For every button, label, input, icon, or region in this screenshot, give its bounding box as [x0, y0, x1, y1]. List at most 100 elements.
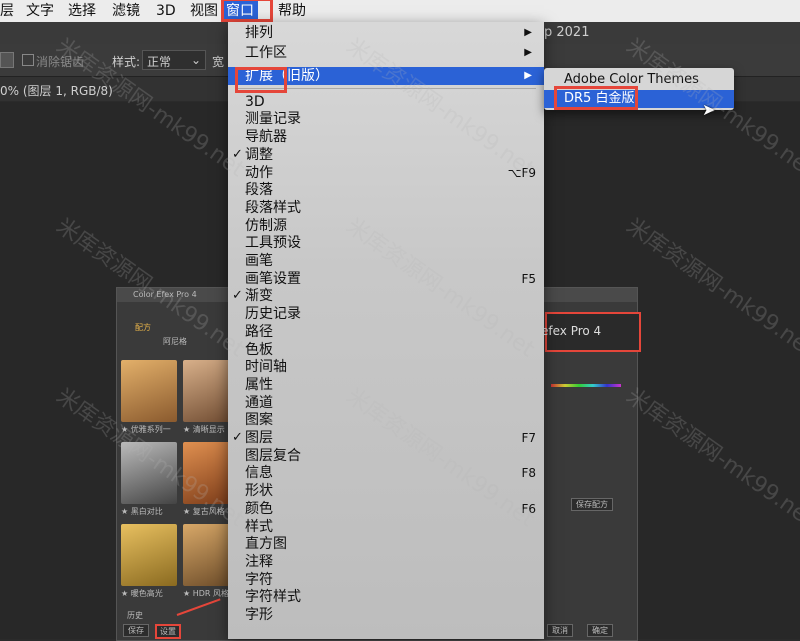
menu-item[interactable]: 通道: [228, 394, 544, 412]
cancel-button[interactable]: 取消: [547, 624, 573, 637]
plugin-header-text: efex Pro 4: [541, 324, 602, 338]
menu-item-label: 动作: [245, 164, 273, 181]
menubar-item[interactable]: 选择: [68, 1, 96, 21]
menu-item[interactable]: 图案: [228, 411, 544, 429]
menu-item[interactable]: 图层复合: [228, 447, 544, 465]
menu-item-label: 字符: [245, 571, 273, 588]
antialias-checkbox[interactable]: [22, 54, 34, 66]
menu-item[interactable]: 扩展（旧版） ▶: [228, 67, 544, 85]
document-tab[interactable]: 0% (图层 1, RGB/8): [0, 82, 113, 99]
plugin-header-panel: efex Pro 4: [541, 312, 641, 352]
menu-item[interactable]: 3D: [228, 93, 544, 111]
checkmark-icon: ✓: [232, 430, 243, 445]
menu-item[interactable]: 动作 ⌥F9: [228, 164, 544, 182]
preset-thumbnail[interactable]: [121, 360, 177, 422]
preset-thumbnail[interactable]: [121, 442, 177, 504]
menubar-item[interactable]: 滤镜: [112, 1, 140, 21]
preset-thumbnail[interactable]: [121, 524, 177, 586]
menu-item-label: 通道: [245, 394, 273, 411]
menubar-item[interactable]: 帮助: [278, 1, 306, 21]
menu-item-label: 直方图: [245, 536, 287, 553]
menu-item[interactable]: 信息 F8: [228, 464, 544, 482]
color-slider[interactable]: [551, 384, 621, 387]
menu-item[interactable]: 工具预设: [228, 234, 544, 252]
menu-item-label: 图案: [245, 412, 273, 429]
save-button[interactable]: 保存: [123, 624, 149, 637]
menu-item-label: 工作区: [245, 45, 287, 61]
menu-item[interactable]: 路径: [228, 323, 544, 341]
menu-item-label: 图层: [245, 430, 273, 446]
menubar-item[interactable]: 视图: [190, 1, 218, 21]
menu-item[interactable]: 段落: [228, 181, 544, 199]
menu-item-label: 信息: [245, 465, 273, 482]
menu-item-label: 段落样式: [245, 199, 301, 216]
menu-item-label: 色板: [245, 341, 273, 358]
menu-item[interactable]: 样式: [228, 518, 544, 536]
submenu-item[interactable]: Adobe Color Themes: [544, 71, 734, 89]
menubar-item[interactable]: 文字: [26, 1, 54, 21]
submenu-item-label: DR5 白金版: [564, 91, 635, 106]
mouse-cursor-icon: ➤: [702, 100, 716, 119]
submenu-item-label: Adobe Color Themes: [564, 72, 699, 87]
menu-item-label: 工具预设: [245, 235, 301, 252]
menu-item[interactable]: 注释: [228, 553, 544, 571]
menu-item[interactable]: 段落样式: [228, 199, 544, 217]
menu-item-shortcut: F8: [521, 466, 536, 481]
width-label: 宽: [212, 55, 225, 69]
menu-item-shortcut: F6: [521, 501, 536, 516]
menu-item[interactable]: 颜色 F6: [228, 500, 544, 518]
menu-item-label: 形状: [245, 483, 273, 500]
menu-item[interactable]: 仿制源: [228, 217, 544, 235]
plugin-section-label: 阿尼格: [163, 337, 187, 346]
menu-item[interactable]: 导航器: [228, 128, 544, 146]
submenu-arrow-icon: ▶: [524, 27, 532, 38]
menu-item[interactable]: 测量记录: [228, 110, 544, 128]
menu-item[interactable]: 工作区 ▶: [228, 44, 544, 62]
window-dropdown-menu: 排列 ▶ 工作区 ▶ 扩展（旧版） ▶ 3D 测量记录 导航器 ✓ 调整 动作 ⌥F9 段落 段落样式 仿制源…: [228, 22, 544, 639]
menu-item[interactable]: 字形: [228, 606, 544, 624]
menu-item-label: 时间轴: [245, 359, 287, 376]
menu-item[interactable]: 字符: [228, 571, 544, 589]
settings-button[interactable]: 设置: [155, 624, 181, 639]
submenu-arrow-icon: ▶: [524, 47, 532, 58]
style-select[interactable]: 正常 ⌄: [142, 50, 206, 70]
arrow-annotation-icon: [176, 598, 221, 616]
menubar-item[interactable]: 层: [0, 1, 14, 21]
menubar-item[interactable]: 3D: [156, 1, 176, 21]
menu-item[interactable]: ✓ 渐变: [228, 287, 544, 305]
menubar-item[interactable]: 窗口: [222, 1, 258, 21]
menu-item[interactable]: ✓ 调整: [228, 146, 544, 164]
thumbnail-caption: ★ 优雅系列一: [121, 425, 171, 434]
menu-item[interactable]: 画笔: [228, 252, 544, 270]
menu-item[interactable]: 排列 ▶: [228, 24, 544, 42]
thumbnail-caption: ★ 暖色高光: [121, 589, 163, 598]
plugin-title: Color Efex Pro 4: [133, 290, 197, 299]
antialias-label: 消除锯齿: [36, 55, 85, 69]
menu-item[interactable]: 色板: [228, 341, 544, 359]
menu-item-label: 路径: [245, 323, 273, 340]
ok-button[interactable]: 确定: [587, 624, 613, 637]
plugin-tab[interactable]: 配方: [135, 322, 151, 333]
menu-item[interactable]: 属性: [228, 376, 544, 394]
history-label: 历史: [127, 611, 143, 620]
thumbnail-caption: ★ 复古风格: [183, 507, 225, 516]
save-recipe-button[interactable]: 保存配方: [571, 498, 613, 511]
menu-item[interactable]: 画笔设置 F5: [228, 270, 544, 288]
menu-item-label: 导航器: [245, 129, 287, 146]
menu-item[interactable]: 直方图: [228, 535, 544, 553]
menu-separator: [236, 87, 536, 89]
menu-item[interactable]: 形状: [228, 482, 544, 500]
submenu-arrow-icon: ▶: [524, 70, 532, 81]
tool-preset-swatch[interactable]: [0, 52, 14, 68]
menu-item[interactable]: 历史记录: [228, 305, 544, 323]
menu-item-label: 字符样式: [245, 589, 301, 606]
menu-item-label: 颜色: [245, 500, 273, 517]
menu-item[interactable]: 字符样式: [228, 588, 544, 606]
app-title: p 2021: [544, 25, 590, 40]
menu-item[interactable]: ✓ 图层 F7: [228, 429, 544, 447]
checkmark-icon: ✓: [232, 146, 243, 162]
menu-item[interactable]: 时间轴: [228, 358, 544, 376]
menu-bar: 层文字 选择 滤镜 3D 视图 窗口 帮助: [0, 0, 800, 22]
menu-item-label: 样式: [245, 518, 273, 535]
menu-item-label: 渐变: [245, 288, 273, 305]
